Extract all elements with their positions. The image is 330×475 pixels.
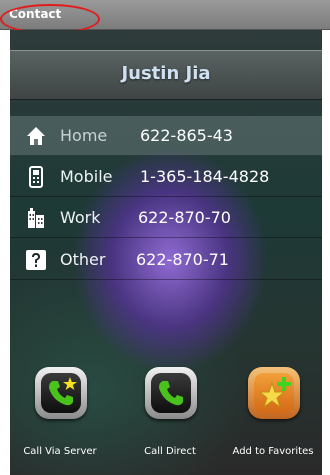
add-to-favorites-button[interactable] (248, 367, 300, 419)
call-via-server-action[interactable]: Call Via Server (10, 365, 110, 465)
phone-type-label: Mobile (60, 167, 113, 186)
call-via-server-button[interactable] (35, 367, 87, 419)
phone-type-label: Other (60, 250, 106, 269)
home-icon (25, 125, 47, 147)
phone-number: 1-365-184-4828 (140, 167, 270, 186)
contact-name: Justin Jia (121, 63, 211, 84)
phone-icon (151, 373, 191, 413)
phone-row-other[interactable]: Other 622-870-71 (10, 240, 322, 280)
office-building-icon (25, 207, 47, 229)
phone-number: 622-870-71 (136, 250, 229, 269)
phone-type-label: Work (60, 208, 101, 227)
phone-row-work[interactable]: Work 622-870-70 (10, 198, 322, 238)
contact-details-panel: Justin Jia Home 622-865-43 Mobile 1-365-… (10, 30, 322, 475)
contact-screen: Contact Justin Jia Home 622-865-43 Mobil… (0, 0, 330, 475)
phone-number: 622-870-70 (138, 208, 231, 227)
title-bar: Contact (0, 0, 330, 34)
action-label: Call Via Server (23, 446, 97, 457)
phone-type-label: Home (60, 126, 108, 145)
action-label: Call Direct (144, 446, 196, 457)
call-direct-button[interactable] (145, 367, 197, 419)
action-bar: Call Via Server Call Direct Add to Favor… (10, 365, 322, 475)
phone-row-home[interactable]: Home 622-865-43 (10, 116, 322, 156)
action-label: Add to Favorites (232, 446, 314, 457)
question-mark-icon (25, 249, 47, 271)
phone-number: 622-865-43 (140, 126, 233, 145)
call-direct-action[interactable]: Call Direct (120, 365, 220, 465)
add-to-favorites-action[interactable]: Add to Favorites (223, 365, 322, 465)
phone-with-star-icon (41, 373, 81, 413)
mobile-phone-icon (25, 166, 47, 188)
star-add-icon (254, 373, 294, 413)
contact-name-header: Justin Jia (10, 50, 322, 100)
phone-row-mobile[interactable]: Mobile 1-365-184-4828 (10, 157, 322, 197)
